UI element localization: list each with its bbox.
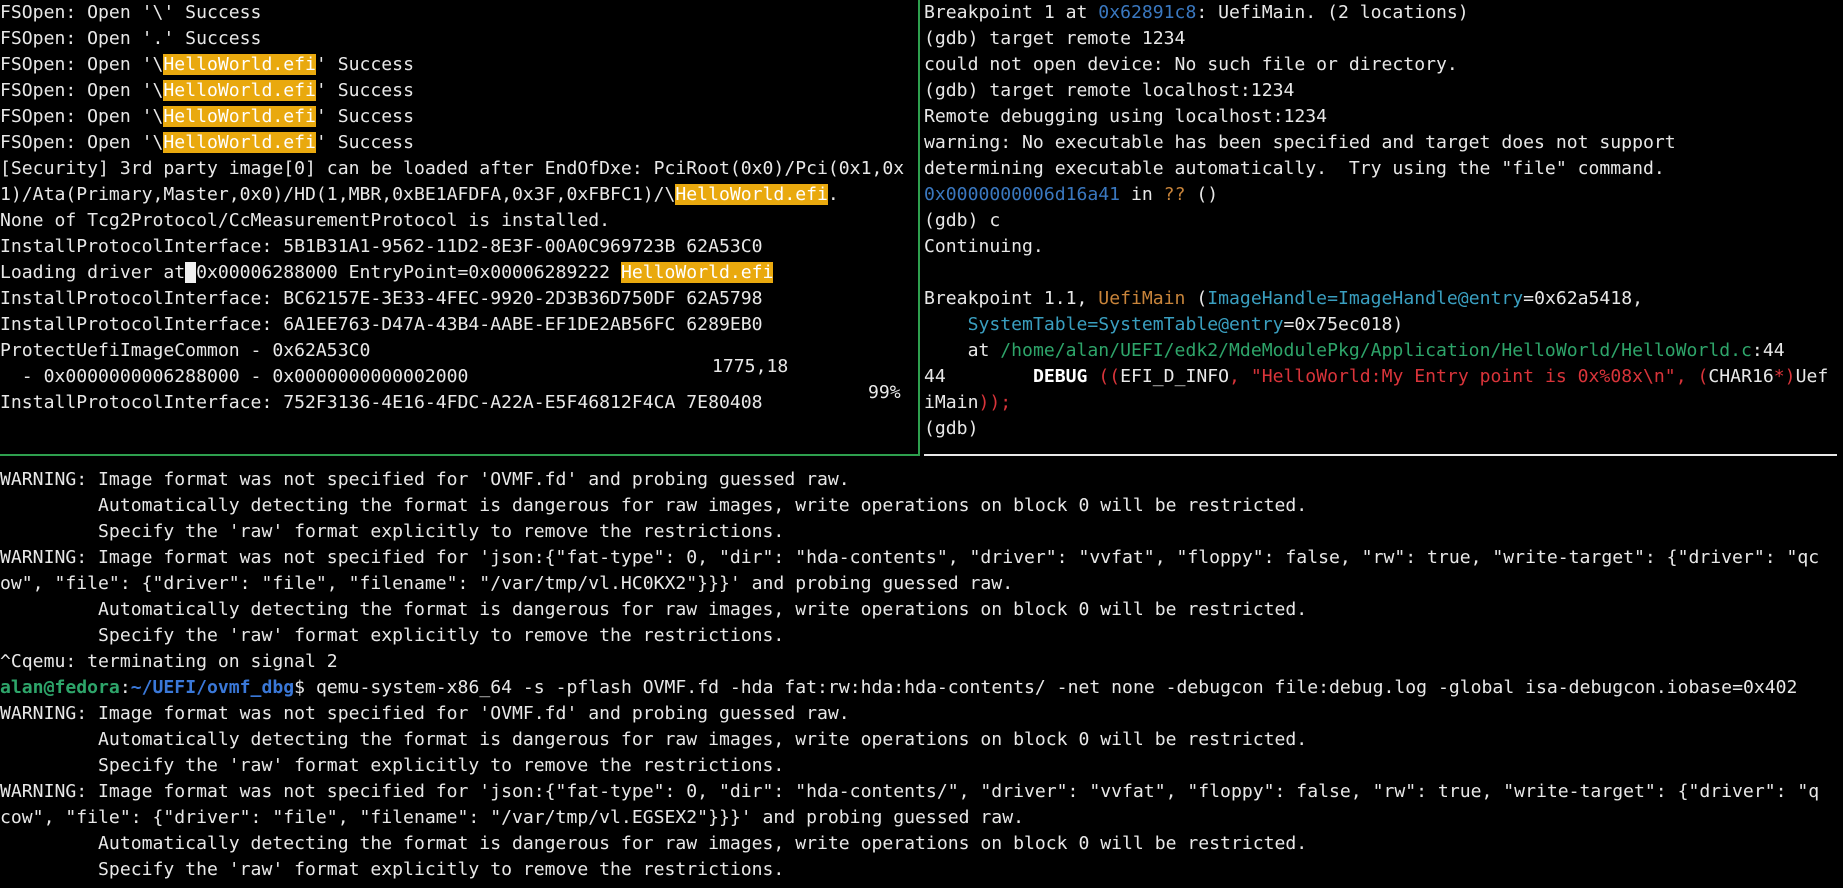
- cursor-position: 1775,18: [712, 356, 789, 377]
- log-line: Loading driver at 0x00006288000 EntryPoi…: [0, 262, 774, 283]
- shell-line: WARNING: Image format was not specified …: [0, 469, 850, 490]
- log-line: None of Tcg2Protocol/CcMeasurementProtoc…: [0, 210, 611, 231]
- search-highlight: HelloWorld.efi: [620, 262, 774, 283]
- search-highlight: HelloWorld.efi: [675, 184, 828, 205]
- shell-line: Automatically detecting the format is da…: [0, 729, 1308, 750]
- shell-line: Automatically detecting the format is da…: [0, 495, 1308, 516]
- shell-line: cow", "file": {"driver": "file", "filena…: [0, 807, 1024, 828]
- log-line: FSOpen: Open '.' Success: [0, 28, 262, 49]
- log-line: InstallProtocolInterface: 5B1B31A1-9562-…: [0, 236, 763, 257]
- gdb-line: Breakpoint 1.1, UefiMain (ImageHandle=Im…: [924, 288, 1643, 309]
- gdb-line: (gdb) target remote 1234: [924, 28, 1186, 49]
- gdb-source-line: iMain));: [924, 392, 1012, 413]
- shell-line: Automatically detecting the format is da…: [0, 833, 1308, 854]
- gdb-pane[interactable]: Breakpoint 1 at 0x62891c8: UefiMain. (2 …: [924, 0, 1843, 455]
- log-line: FSOpen: Open '\HelloWorld.efi' Success: [0, 80, 414, 101]
- gdb-line: SystemTable=SystemTable@entry=0x75ec018): [967, 314, 1404, 335]
- shell-command: qemu-system-x86_64 -s -pflash OVMF.fd -h…: [315, 677, 1798, 698]
- log-line: FSOpen: Open '\HelloWorld.efi' Success: [0, 106, 414, 127]
- prompt-user: alan@fedora: [0, 677, 120, 698]
- log-line: FSOpen: Open '\' Success: [0, 2, 262, 23]
- gdb-source-line: 44 DEBUG ((EFI_D_INFO, "HelloWorld:My En…: [924, 366, 1829, 387]
- horizontal-split-border-right[interactable]: [924, 454, 1837, 456]
- text-cursor: [185, 262, 197, 283]
- shell-line: ow", "file": {"driver": "file", "filenam…: [0, 573, 1014, 594]
- vertical-split-border[interactable]: [918, 0, 920, 455]
- shell-line: Automatically detecting the format is da…: [0, 599, 1308, 620]
- search-highlight: HelloWorld.efi: [163, 132, 316, 153]
- shell-line: Specify the 'raw' format explicitly to r…: [0, 859, 785, 880]
- prompt-path: ~/UEFI/ovmf_dbg: [130, 677, 295, 698]
- gdb-line: Breakpoint 1 at 0x62891c8: UefiMain. (2 …: [924, 2, 1469, 23]
- shell-line: Specify the 'raw' format explicitly to r…: [0, 625, 785, 646]
- shell-line: ^Cqemu: terminating on signal 2: [0, 651, 338, 672]
- gdb-prompt[interactable]: (gdb): [924, 416, 1843, 442]
- gdb-line: 0x0000000006d16a41 in ?? (): [924, 184, 1219, 205]
- gdb-line: Remote debugging using localhost:1234: [924, 106, 1328, 127]
- scroll-percent: 99%: [868, 382, 901, 403]
- gdb-line: (gdb) c: [924, 210, 1001, 231]
- gdb-line: warning: No executable has been specifie…: [924, 132, 1676, 153]
- terminal-window[interactable]: FSOpen: Open '\' Success FSOpen: Open '.'…: [0, 0, 1843, 888]
- shell-line: WARNING: Image format was not specified …: [0, 547, 1820, 568]
- shell-line: WARNING: Image format was not specified …: [0, 703, 850, 724]
- search-highlight: HelloWorld.efi: [163, 106, 316, 127]
- shell-pane[interactable]: WARNING: Image format was not specified …: [0, 467, 1843, 888]
- gdb-line: could not open device: No such file or d…: [924, 54, 1458, 75]
- log-line: 1)/Ata(Primary,Master,0x0)/HD(1,MBR,0xBE…: [0, 184, 839, 205]
- log-line: [Security] 3rd party image[0] can be loa…: [0, 158, 905, 179]
- vim-status-line: 1775,18 99%: [0, 328, 916, 403]
- search-highlight: HelloWorld.efi: [163, 80, 316, 101]
- gdb-line: at /home/alan/UEFI/edk2/MdeModulePkg/App…: [924, 340, 1785, 361]
- log-line: FSOpen: Open '\HelloWorld.efi' Success: [0, 54, 414, 75]
- log-pane[interactable]: FSOpen: Open '\' Success FSOpen: Open '.'…: [0, 0, 916, 455]
- search-highlight: HelloWorld.efi: [163, 54, 316, 75]
- gdb-line: (gdb) target remote localhost:1234: [924, 80, 1295, 101]
- shell-line: WARNING: Image format was not specified …: [0, 781, 1820, 802]
- horizontal-split-border-left[interactable]: [0, 454, 920, 456]
- log-line: InstallProtocolInterface: 752F3136-4E16-…: [0, 392, 763, 413]
- gdb-blank-line: [924, 260, 1843, 286]
- shell-line: Specify the 'raw' format explicitly to r…: [0, 755, 785, 776]
- shell-command-line[interactable]: alan@fedora:~/UEFI/ovmf_dbg$ qemu-system…: [0, 675, 1843, 701]
- shell-line: Specify the 'raw' format explicitly to r…: [0, 521, 785, 542]
- log-line: FSOpen: Open '\HelloWorld.efi' Success: [0, 132, 414, 153]
- gdb-line: determining executable automatically. Tr…: [924, 158, 1665, 179]
- log-line: InstallProtocolInterface: BC62157E-3E33-…: [0, 288, 763, 309]
- gdb-line: Continuing.: [924, 236, 1044, 257]
